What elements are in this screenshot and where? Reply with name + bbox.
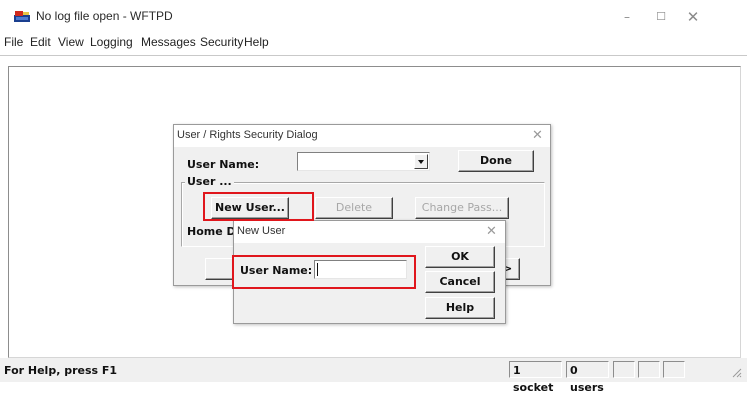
status-users: 0 users: [566, 361, 609, 394]
security-user-name-label: User Name:: [187, 158, 260, 171]
new-user-dialog: New User ✕ User Name: OK Cancel Help: [233, 220, 506, 324]
user-groupbox-title: User ...: [185, 175, 234, 188]
ok-button[interactable]: OK: [425, 246, 495, 268]
new-user-button[interactable]: New User...: [211, 197, 289, 219]
security-dialog-title: User / Rights Security Dialog: [177, 129, 318, 141]
change-pass-button[interactable]: Change Pass...: [415, 197, 509, 219]
menu-edit[interactable]: Edit: [30, 35, 51, 49]
text-caret: [317, 263, 318, 276]
cancel-button[interactable]: Cancel: [425, 271, 495, 293]
menu-view[interactable]: View: [58, 35, 84, 49]
status-help-text: For Help, press F1: [4, 364, 118, 377]
menu-security[interactable]: Security: [200, 35, 243, 49]
done-button[interactable]: Done: [458, 150, 534, 172]
new-user-help-button[interactable]: Help: [425, 297, 495, 319]
delete-button[interactable]: Delete: [315, 197, 393, 219]
security-dialog-close-icon[interactable]: ✕: [532, 128, 543, 143]
resize-grip-icon[interactable]: [730, 366, 742, 378]
menu-file[interactable]: File: [4, 35, 23, 49]
menu-help[interactable]: Help: [244, 35, 269, 49]
new-user-name-label: User Name:: [240, 264, 313, 277]
menu-bar: File Edit View Logging Messages Security…: [0, 34, 747, 54]
security-user-name-dropdown-button[interactable]: [414, 154, 428, 169]
new-user-dialog-title: New User: [237, 225, 286, 237]
status-sockets: 1 socket: [509, 361, 562, 394]
status-pane-empty-2: [638, 361, 660, 378]
status-pane-empty-1: [613, 361, 635, 378]
wftpd-main-window: No log file open - WFTPD – ☐ ✕ File Edit…: [0, 0, 747, 398]
security-user-name-dropdown[interactable]: [297, 152, 430, 171]
close-icon[interactable]: ✕: [673, 5, 713, 29]
status-pane-empty-3: [663, 361, 685, 378]
wftpd-app-icon: [14, 11, 30, 22]
chevron-down-icon: [418, 160, 424, 164]
menu-logging[interactable]: Logging: [90, 35, 133, 49]
title-bar: No log file open - WFTPD – ☐ ✕: [0, 0, 747, 34]
status-bar: For Help, press F1 1 socket 0 users: [0, 358, 747, 394]
new-user-dialog-title-bar: New User ✕: [234, 221, 505, 243]
new-user-name-input[interactable]: [314, 260, 407, 279]
security-dialog-title-bar: User / Rights Security Dialog ✕: [174, 125, 550, 147]
new-user-dialog-close-icon[interactable]: ✕: [486, 224, 497, 239]
menu-messages[interactable]: Messages: [141, 35, 196, 49]
menu-separator-highlight: [0, 56, 747, 57]
window-title: No log file open - WFTPD: [36, 9, 173, 23]
